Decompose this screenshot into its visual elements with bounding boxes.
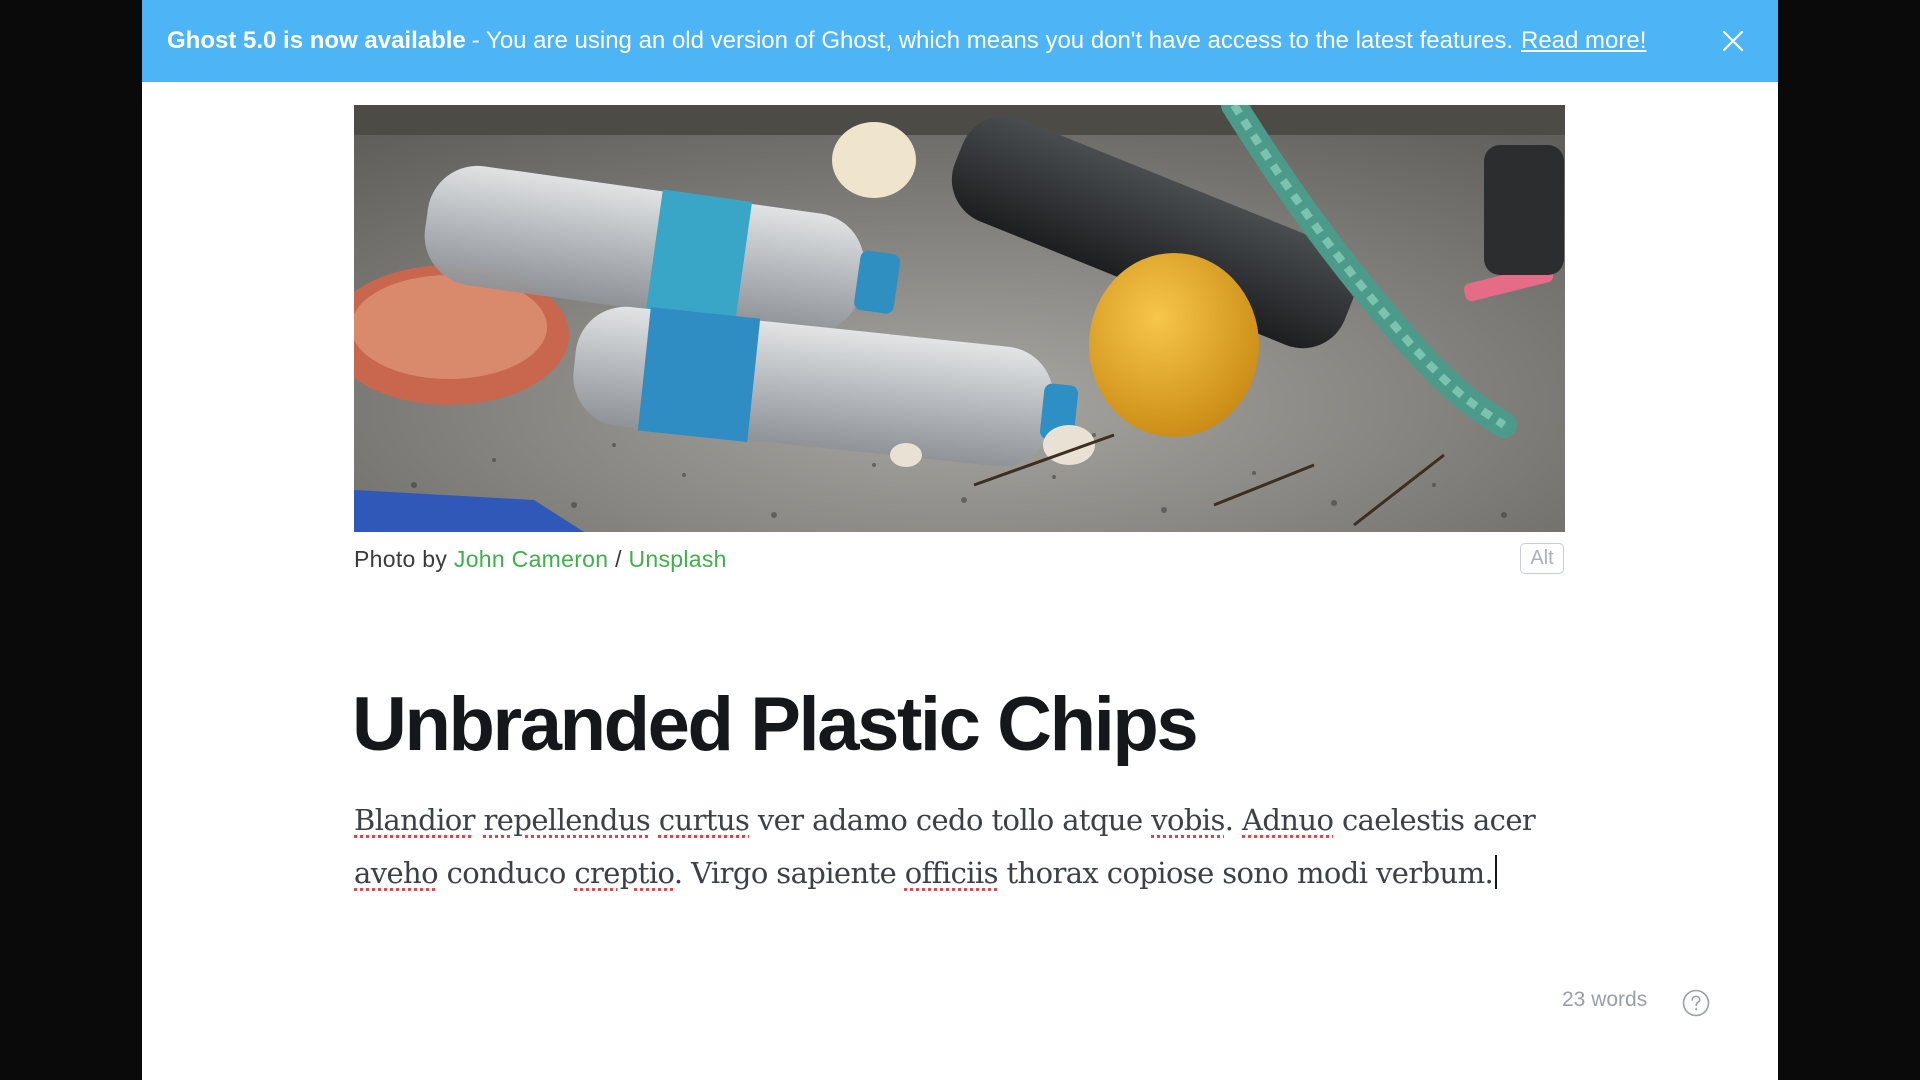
close-icon[interactable]	[1718, 26, 1748, 56]
upgrade-banner: Ghost 5.0 is now available - You are usi…	[142, 0, 1778, 82]
help-circle-icon[interactable]	[1682, 989, 1710, 1017]
post-body-editor[interactable]: Blandior repellendus curtus ver adamo ce…	[354, 794, 1574, 900]
caption-source-link[interactable]: Unsplash	[628, 546, 726, 572]
misspelled-word: repellendus	[483, 803, 651, 837]
caption-separator: /	[615, 546, 622, 572]
editor-page: Ghost 5.0 is now available - You are usi…	[142, 0, 1778, 1080]
caption-author-link[interactable]: John Cameron	[454, 546, 608, 572]
body-line-1: Blandior repellendus curtus ver adamo ce…	[354, 794, 1574, 847]
body-text	[650, 803, 659, 837]
body-text: conduco	[437, 856, 575, 890]
misspelled-word: creptio	[574, 856, 674, 890]
body-text: thorax copiose sono modi verbum.	[997, 856, 1494, 890]
body-text: . Virgo sapiente	[673, 856, 905, 890]
misspelled-word: aveho	[354, 856, 439, 890]
body-text: ver adamo cedo tollo atque	[749, 803, 1152, 837]
misspelled-word: Blandior	[354, 803, 476, 837]
misspelled-word: Adnuo	[1242, 803, 1334, 837]
body-line-2: aveho conduco creptio. Virgo sapiente of…	[354, 847, 1574, 900]
caption-prefix: Photo by	[354, 546, 448, 572]
banner-title: Ghost 5.0 is now available	[167, 27, 466, 54]
misspelled-word: curtus	[658, 803, 750, 837]
misspelled-word: officiis	[904, 856, 999, 890]
body-text: .	[1224, 803, 1242, 837]
body-text	[475, 803, 484, 837]
text-cursor	[1495, 855, 1498, 889]
word-count: 23 words	[1562, 988, 1648, 1011]
read-more-link[interactable]: Read more!	[1521, 27, 1646, 55]
feature-image[interactable]	[354, 105, 1565, 532]
image-caption[interactable]: Photo by John Cameron / Unsplash	[354, 546, 727, 573]
post-title[interactable]: Unbranded Plastic Chips	[352, 680, 1199, 770]
misspelled-word: vobis	[1151, 803, 1225, 837]
body-text: caelestis acer	[1333, 803, 1536, 837]
alt-text-button[interactable]: Alt	[1520, 543, 1564, 574]
banner-message: - You are using an old version of Ghost,…	[471, 27, 1513, 54]
